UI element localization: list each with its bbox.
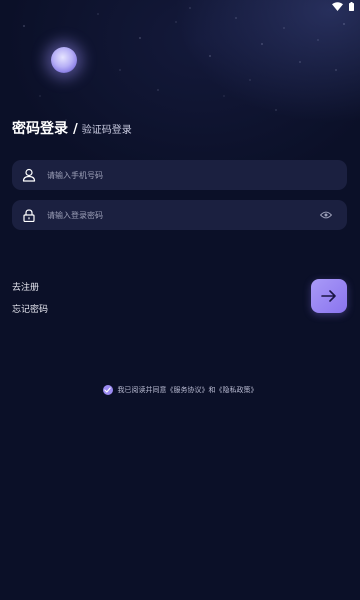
check-icon — [104, 387, 111, 393]
agreement-text: 我已阅读并同意 — [117, 386, 167, 394]
phone-field — [12, 160, 347, 190]
agreement-row: 我已阅读并同意 《服务协议》 和 《隐私政策》 — [0, 385, 360, 395]
service-terms-link[interactable]: 《服务协议》 — [167, 385, 209, 395]
password-input[interactable] — [47, 210, 319, 220]
agreement-conjunction: 和 — [208, 386, 216, 394]
login-submit-button[interactable] — [311, 279, 347, 313]
login-mode-header: 密码登录 / 验证码登录 — [12, 118, 132, 138]
agreement-checkbox[interactable] — [102, 385, 113, 395]
title-separator: / — [73, 122, 78, 137]
forgot-password-link[interactable]: 忘记密码 — [12, 302, 48, 315]
wifi-icon — [332, 1, 343, 11]
moon-decoration — [51, 47, 77, 73]
register-link[interactable]: 去注册 — [12, 280, 39, 293]
lock-icon — [21, 207, 37, 223]
arrow-right-icon — [321, 287, 337, 306]
tab-password-login[interactable]: 密码登录 — [12, 118, 68, 138]
password-field — [12, 200, 347, 230]
privacy-policy-link[interactable]: 《隐私政策》 — [216, 385, 258, 395]
eye-icon[interactable] — [319, 208, 333, 222]
user-icon — [21, 167, 37, 183]
battery-icon — [349, 1, 354, 11]
status-bar — [332, 0, 354, 12]
login-screen: 密码登录 / 验证码登录 去注册 忘记密码 — [0, 0, 360, 600]
phone-input[interactable] — [47, 170, 347, 180]
tab-code-login[interactable]: 验证码登录 — [82, 121, 132, 136]
